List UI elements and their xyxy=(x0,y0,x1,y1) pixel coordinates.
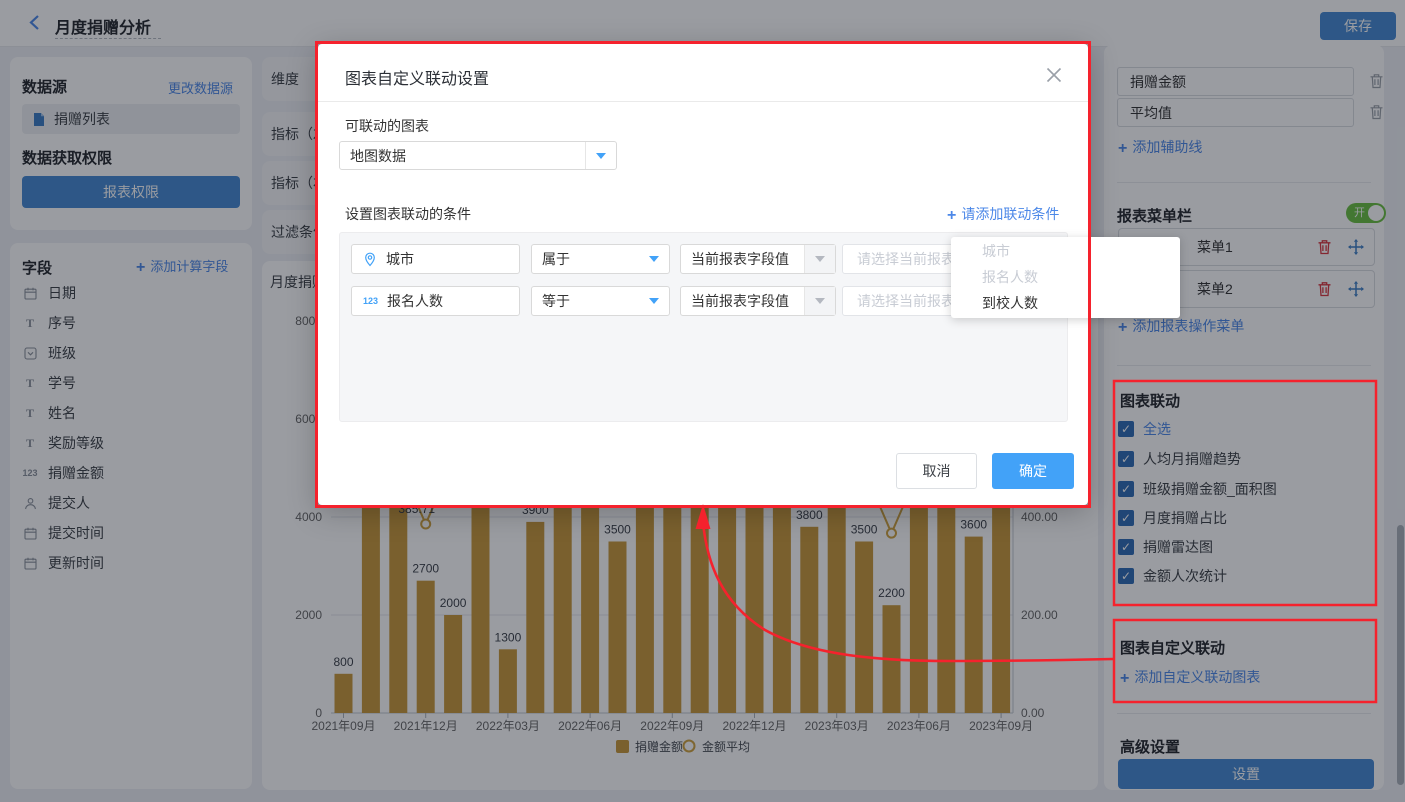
chevron-down-icon xyxy=(639,245,669,273)
condition-valuetype-select[interactable]: 当前报表字段值 xyxy=(680,244,836,274)
dropdown-option-attendance[interactable]: 到校人数 xyxy=(951,290,1180,316)
dropdown-option-city: 城市 xyxy=(951,238,1180,264)
dialog-header-divider xyxy=(318,101,1088,102)
dialog-title: 图表自定义联动设置 xyxy=(345,65,489,89)
app-window: 月度捐赠分析 保存 数据源 更改数据源 捐赠列表 数据获取权限 报表权限 字段 … xyxy=(0,0,1405,802)
cancel-button[interactable]: 取消 xyxy=(896,453,977,489)
condition-label: 设置图表联动的条件 xyxy=(345,204,471,224)
chevron-down-icon xyxy=(585,142,616,169)
condition-valuetype-select[interactable]: 当前报表字段值 xyxy=(680,286,836,316)
condition-field-city[interactable]: 城市 xyxy=(351,244,520,274)
chevron-down-icon xyxy=(639,287,669,315)
condition-operator-select[interactable]: 等于 xyxy=(531,286,670,316)
close-icon[interactable] xyxy=(1045,66,1063,87)
condition-operator-select[interactable]: 属于 xyxy=(531,244,670,274)
linkable-chart-select[interactable]: 地图数据 xyxy=(339,141,617,170)
chevron-down-icon xyxy=(804,245,835,273)
linkable-chart-label: 可联动的图表 xyxy=(345,116,429,136)
location-pin-icon xyxy=(363,252,377,267)
number-icon: 123 xyxy=(363,296,378,306)
field-dropdown-menu: 城市 报名人数 到校人数 xyxy=(951,237,1180,318)
dropdown-option-signup: 报名人数 xyxy=(951,264,1180,290)
condition-field-signup[interactable]: 123 报名人数 xyxy=(351,286,520,316)
confirm-button[interactable]: 确定 xyxy=(992,453,1074,489)
plus-icon: + xyxy=(947,207,956,224)
add-condition-link[interactable]: +请添加联动条件 xyxy=(947,204,1059,225)
chevron-down-icon xyxy=(804,287,835,315)
